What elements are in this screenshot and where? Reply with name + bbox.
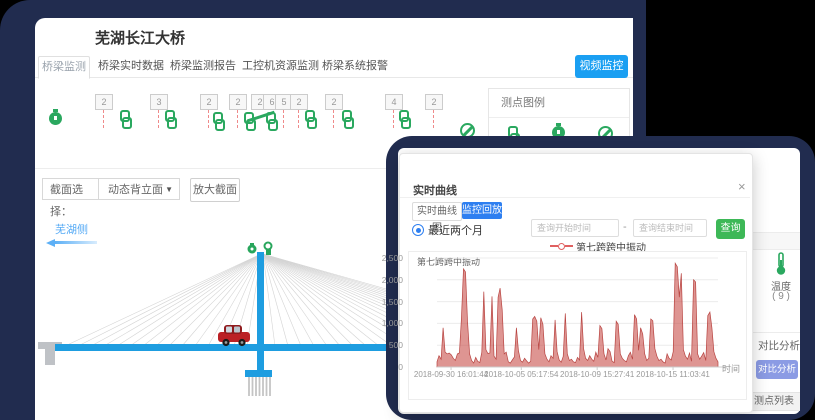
tab-ipc-resource-monitor[interactable]: 工控机资源监测 <box>242 56 319 77</box>
chain-sensor-icon[interactable] <box>213 112 225 129</box>
tab-monitor-playback[interactable]: 监控回放 <box>462 202 502 219</box>
sensor-leader-line <box>103 110 104 128</box>
thermometer-icon[interactable] <box>774 252 788 276</box>
legend-circle-icon <box>558 243 565 250</box>
legend-line-icon <box>550 245 558 247</box>
y-tick-label: 2,500 <box>373 253 403 263</box>
x-tick-label: 2018-10-09 15:27:41 <box>559 370 635 379</box>
tower-foundation-piles <box>249 377 270 396</box>
x-tick-label: 2018-10-05 05:17:54 <box>483 370 559 379</box>
sensor-count-badge[interactable]: 3 <box>150 94 168 110</box>
x-tick-label: 2018-09-30 16:01:44 <box>413 370 489 379</box>
query-button[interactable]: 查询 <box>716 219 745 239</box>
tab-bridge-monitor-report[interactable]: 桥梁监测报告 <box>170 56 236 77</box>
range-separator: - <box>623 221 627 233</box>
chevron-down-icon: ▼ <box>165 179 173 201</box>
video-monitor-button[interactable]: 视频监控 <box>575 55 628 78</box>
query-end-time-input[interactable] <box>633 219 707 237</box>
dialog-title: 实时曲线 <box>413 182 457 198</box>
tower-footing-cap <box>245 370 272 377</box>
tab-realtime-curve[interactable]: 实时曲线图 <box>412 202 462 221</box>
car <box>218 325 250 346</box>
chain-sensor-icon[interactable] <box>120 110 132 127</box>
sensor-leader-line <box>393 110 394 128</box>
y-tick-label: 1,000 <box>373 318 403 328</box>
sensor-leader-line <box>283 110 284 128</box>
sensor-leader-line <box>208 110 209 128</box>
tabbar-divider <box>35 77 633 78</box>
tab-bridge-realtime-data[interactable]: 桥梁实时数据 <box>98 56 164 77</box>
chain-sensor-icon[interactable] <box>305 110 317 127</box>
sensor-count-badge[interactable]: 2 <box>95 94 113 110</box>
comparison-analysis-title: 对比分析 <box>758 338 800 353</box>
sidebar-section-band <box>752 232 800 250</box>
sensor-count-badge[interactable]: 2 <box>200 94 218 110</box>
chain-sensor-icon[interactable] <box>399 110 411 127</box>
temperature-count: ( 9 ) <box>766 291 796 302</box>
recent-two-months-label[interactable]: 最近两个月 <box>428 222 483 238</box>
query-start-time-input[interactable] <box>531 219 619 237</box>
sensor-leader-line <box>237 110 238 128</box>
sensor-count-badge[interactable]: 2 <box>290 94 308 110</box>
tab-bridge-monitoring[interactable]: 桥梁监测 <box>38 56 90 79</box>
chain-sensor-icon[interactable] <box>165 110 177 127</box>
close-icon[interactable]: × <box>738 179 746 194</box>
bearing-sensor-icon[interactable] <box>244 110 278 130</box>
sensor-count-badge[interactable]: 4 <box>385 94 403 110</box>
sensor-leader-line <box>298 110 299 128</box>
screen: 芜湖长江大桥 桥梁监测 桥梁实时数据 桥梁监测报告 工控机资源监测 桥梁系统报警… <box>0 0 815 420</box>
sidebar-divider <box>752 332 800 333</box>
measure-point-list-header: 测点列表 <box>752 392 800 411</box>
sensor-count-badge[interactable]: 2 <box>325 94 343 110</box>
section-select-label: 截面选择： <box>42 178 98 200</box>
section-select-value: 动态背立面 <box>108 184 163 196</box>
x-tick-label: 2018-10-15 11:03:41 <box>635 370 711 379</box>
clock-sensor-icon[interactable] <box>49 112 62 125</box>
section-select[interactable]: 动态背立面 ▼ <box>98 178 180 200</box>
enlarge-section-button[interactable]: 放大截面 <box>190 178 240 202</box>
y-tick-label: 0 <box>373 362 403 372</box>
sensor-leader-line <box>433 110 434 128</box>
y-tick-label: 2,000 <box>373 275 403 285</box>
x-axis-name: 时间 <box>722 362 740 375</box>
sensor-count-badge[interactable]: 2 <box>425 94 443 110</box>
legend-line-icon <box>565 245 573 247</box>
bridge-tower <box>257 252 264 372</box>
sensor-leader-line <box>158 110 159 128</box>
dialog-header-divider <box>400 197 750 198</box>
page-title: 芜湖长江大桥 <box>95 27 185 48</box>
sensor-leader-line <box>333 110 334 128</box>
recent-two-months-radio[interactable] <box>412 224 424 236</box>
camera-icon[interactable] <box>248 243 257 254</box>
chain-sensor-icon[interactable] <box>342 110 354 127</box>
y-tick-label: 500 <box>373 340 403 350</box>
y-tick-label: 1,500 <box>373 297 403 307</box>
legend-panel-title: 测点图例 <box>489 89 629 118</box>
comparison-analysis-button[interactable]: 对比分析 <box>756 360 798 379</box>
vibration-series <box>437 263 718 367</box>
sensor-count-badge[interactable]: 2 <box>229 94 247 110</box>
wind-sensor-icon[interactable] <box>265 243 272 256</box>
tab-bridge-system-alarm[interactable]: 桥梁系统报警 <box>322 56 388 77</box>
left-pier-stem <box>45 349 55 365</box>
